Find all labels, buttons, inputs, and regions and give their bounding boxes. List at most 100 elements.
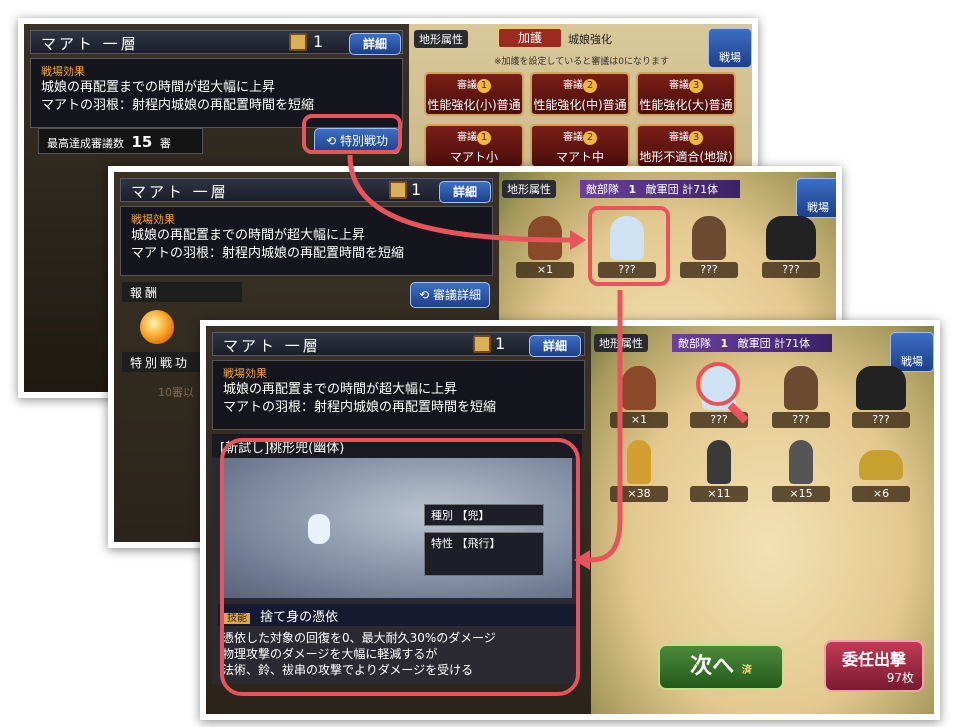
- enemy-unit[interactable]: ???: [766, 362, 836, 434]
- enemy-unit[interactable]: ×11: [684, 436, 754, 508]
- sengi-label: 審議: [669, 80, 689, 91]
- scroll-icon: [473, 335, 491, 353]
- sengi-number: 2: [583, 79, 597, 93]
- soldier-enemy-icon: [627, 440, 651, 484]
- detail-button[interactable]: 詳細: [349, 33, 401, 55]
- sengi-option[interactable]: 審議 3 性能強化(大)普通: [636, 72, 736, 116]
- soldier-enemy-icon: [789, 440, 813, 484]
- highlight-frame: [588, 206, 670, 286]
- detail-button[interactable]: 詳細: [439, 181, 491, 203]
- stage-title: マアト 一層: [131, 183, 229, 201]
- enemy-count: ×6: [852, 486, 910, 502]
- info-panel: マアト 一層 1 詳細 戦場効果 城娘の再配置までの時間が超大幅に上昇 マアトの…: [206, 326, 591, 714]
- scroll-count: 1: [495, 334, 506, 353]
- sengi-label: 審議: [563, 132, 583, 143]
- sengi-number: 3: [689, 79, 703, 93]
- beast-enemy-icon: [856, 366, 906, 410]
- enemy-unit[interactable]: ×38: [604, 436, 674, 508]
- protection-note: ※加護を設定していると審議は0になります: [494, 57, 669, 67]
- screenshot-3: マアト 一層 1 詳細 戦場効果 城娘の再配置までの時間が超大幅に上昇 マアトの…: [200, 320, 940, 720]
- detail-button[interactable]: 詳細: [529, 335, 581, 357]
- enemy-label: 敵部隊: [678, 337, 711, 350]
- stage-title-bar: マアト 一層 1 詳細: [30, 30, 403, 55]
- terrain-label: 地形属性: [414, 30, 468, 48]
- effect-line: 城娘の再配置までの時間が超大幅に上昇: [131, 228, 366, 243]
- sengi-text: 性能強化(大)普通: [639, 98, 733, 112]
- enemy-label: 敵部隊: [586, 183, 619, 196]
- soldier-enemy-icon: [707, 440, 731, 484]
- enemy-count: ×38: [610, 486, 668, 502]
- enemy-summary: 敵軍団 計71体: [737, 337, 811, 350]
- enemy-count: ×11: [690, 486, 748, 502]
- scroll-count: 1: [411, 180, 422, 199]
- highlight-frame: [302, 114, 402, 154]
- enemy-figure-icon: [528, 216, 562, 260]
- sengi-text: 性能強化(中)普通: [533, 98, 627, 112]
- enemy-count: ×15: [772, 486, 830, 502]
- effects-title: 戦場効果: [41, 65, 85, 78]
- battlefield-button[interactable]: 戦場: [708, 28, 752, 68]
- battlefield-label: 戦場: [719, 51, 741, 64]
- enemy-row: 地形属性 敵部隊 1 敵軍団 計71体: [502, 178, 836, 200]
- protection-tab[interactable]: 加護: [498, 28, 562, 48]
- sengi-option[interactable]: 審議 2 性能強化(中)普通: [530, 72, 630, 116]
- best-record: 最高達成審議数 15 審: [38, 128, 203, 154]
- enemy-num: 1: [628, 183, 637, 196]
- stage-title: マアト 一層: [223, 337, 321, 355]
- sengi-label: 審議: [457, 80, 477, 91]
- sengi-label: 審議: [669, 132, 689, 143]
- enemy-count: ×1: [610, 412, 668, 428]
- best-label: 最高達成審議数: [47, 137, 124, 150]
- refresh-icon: ⟲: [419, 288, 430, 302]
- sengi-option[interactable]: 審議 1 性能強化(小)普通: [424, 72, 524, 116]
- sengi-number: 1: [477, 79, 491, 93]
- sengi-option[interactable]: 審議 3 地形不適合(地獄): [636, 124, 736, 168]
- sengi-option[interactable]: 審議 2 マアト中: [530, 124, 630, 168]
- stage-title-bar: マアト 一層 1 詳細: [120, 178, 493, 203]
- effect-line: マアトの羽根：射程内城娘の再配置時間を短縮: [223, 400, 497, 415]
- highlight-frame: [220, 438, 580, 696]
- sengi-number: 1: [477, 131, 491, 145]
- archer-enemy-icon: [784, 366, 818, 410]
- enemy-unit[interactable]: ×15: [766, 436, 836, 508]
- insect-enemy-icon: [859, 450, 903, 480]
- enemy-unit[interactable]: ???: [756, 212, 826, 284]
- terrain-row: 地形属性 加護 城娘強化: [414, 28, 748, 50]
- sengi-detail-button[interactable]: ⟲ 審議詳細: [410, 282, 490, 308]
- terrain-label: 地形属性: [502, 180, 556, 198]
- enemy-unit[interactable]: ×6: [846, 436, 916, 508]
- enemy-count: ???: [772, 412, 830, 428]
- enemy-count: ???: [852, 412, 910, 428]
- enemy-unit[interactable]: ×1: [604, 362, 674, 434]
- archer-enemy-icon: [692, 216, 726, 260]
- enemy-count: ×1: [516, 262, 574, 278]
- protection-value: 城娘強化: [568, 33, 612, 46]
- done-mark: 済: [741, 665, 752, 676]
- sengi-text: 性能強化(小)普通: [427, 98, 521, 112]
- enemy-unit[interactable]: ???: [674, 212, 744, 284]
- enemy-figure-icon: [622, 366, 656, 410]
- terrain-label: 地形属性: [594, 334, 648, 352]
- sengi-label: 審議: [563, 80, 583, 91]
- sengi-label: 審議: [457, 132, 477, 143]
- auto-sortie-button[interactable]: 委任出撃 97枚: [824, 640, 924, 692]
- sengi-option[interactable]: 審議 1 マアト小: [424, 124, 524, 168]
- sengi-number: 2: [583, 131, 597, 145]
- enemy-summary: 敵軍団 計71体: [645, 183, 719, 196]
- reward-fireball-icon: [140, 310, 174, 344]
- effect-line: 城娘の再配置までの時間が超大幅に上昇: [41, 80, 276, 95]
- magnifier-icon: [696, 362, 740, 406]
- enemy-unit[interactable]: ×1: [510, 212, 580, 284]
- ticket-count: 97枚: [886, 671, 914, 685]
- enemy-bar: 敵部隊 1 敵軍団 計71体: [580, 180, 740, 198]
- effect-line: マアトの羽根：射程内城娘の再配置時間を短縮: [41, 98, 315, 113]
- beast-enemy-icon: [766, 216, 816, 260]
- enemy-unit[interactable]: ???: [846, 362, 916, 434]
- enemy-count: ???: [762, 262, 820, 278]
- next-label: 次へ: [690, 654, 735, 679]
- scroll-icon: [289, 33, 307, 51]
- effects-title: 戦場効果: [223, 367, 267, 380]
- sengi-text: マアト小: [449, 150, 498, 164]
- next-button[interactable]: 次へ 済: [658, 644, 784, 690]
- faded-condition: 10審以: [158, 386, 194, 399]
